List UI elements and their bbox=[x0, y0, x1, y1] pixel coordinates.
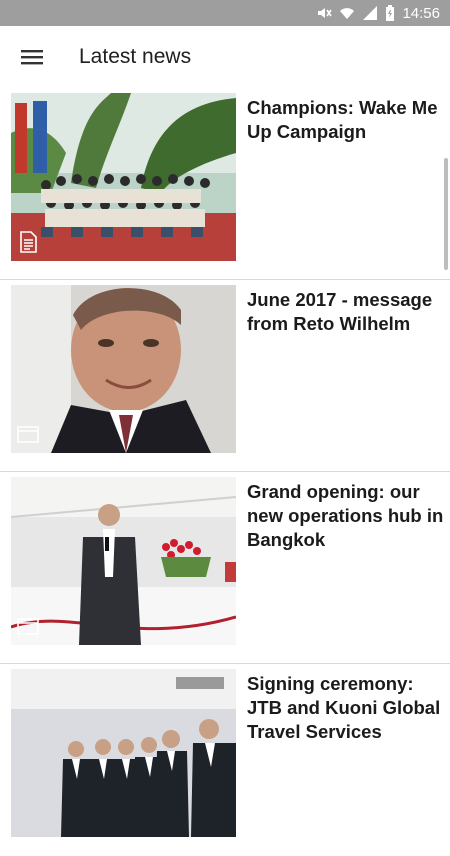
app-bar: Latest news bbox=[0, 26, 450, 88]
status-bar: 14:56 bbox=[0, 0, 450, 26]
video-icon bbox=[17, 423, 39, 445]
article-thumbnail[interactable] bbox=[11, 285, 236, 453]
article-thumbnail[interactable] bbox=[11, 669, 236, 837]
video-icon bbox=[17, 615, 39, 637]
page-title: Latest news bbox=[79, 45, 192, 68]
article-headline[interactable]: Grand opening: our new operations hub in… bbox=[247, 480, 445, 552]
news-item[interactable]: Signing ceremony: JTB and Kuoni Global T… bbox=[0, 664, 450, 856]
news-item[interactable]: Champions: Wake Me Up Campaign bbox=[0, 88, 450, 280]
news-item[interactable]: Grand opening: our new operations hub in… bbox=[0, 472, 450, 664]
article-headline[interactable]: Signing ceremony: JTB and Kuoni Global T… bbox=[247, 672, 445, 744]
clock: 14:56 bbox=[402, 4, 440, 22]
mute-icon bbox=[316, 5, 333, 21]
article-thumbnail[interactable] bbox=[11, 93, 236, 261]
document-icon bbox=[17, 231, 39, 253]
battery-icon bbox=[385, 5, 395, 21]
wifi-icon bbox=[339, 5, 355, 21]
hamburger-menu-icon[interactable] bbox=[17, 42, 47, 72]
signal-icon bbox=[362, 5, 378, 21]
news-item[interactable]: June 2017 - message from Reto Wilhelm bbox=[0, 280, 450, 472]
article-headline[interactable]: Champions: Wake Me Up Campaign bbox=[247, 96, 445, 144]
scrollbar[interactable] bbox=[444, 158, 448, 270]
article-headline[interactable]: June 2017 - message from Reto Wilhelm bbox=[247, 288, 445, 336]
article-thumbnail[interactable] bbox=[11, 477, 236, 645]
news-feed[interactable]: Champions: Wake Me Up Campaign June 2017… bbox=[0, 88, 450, 856]
